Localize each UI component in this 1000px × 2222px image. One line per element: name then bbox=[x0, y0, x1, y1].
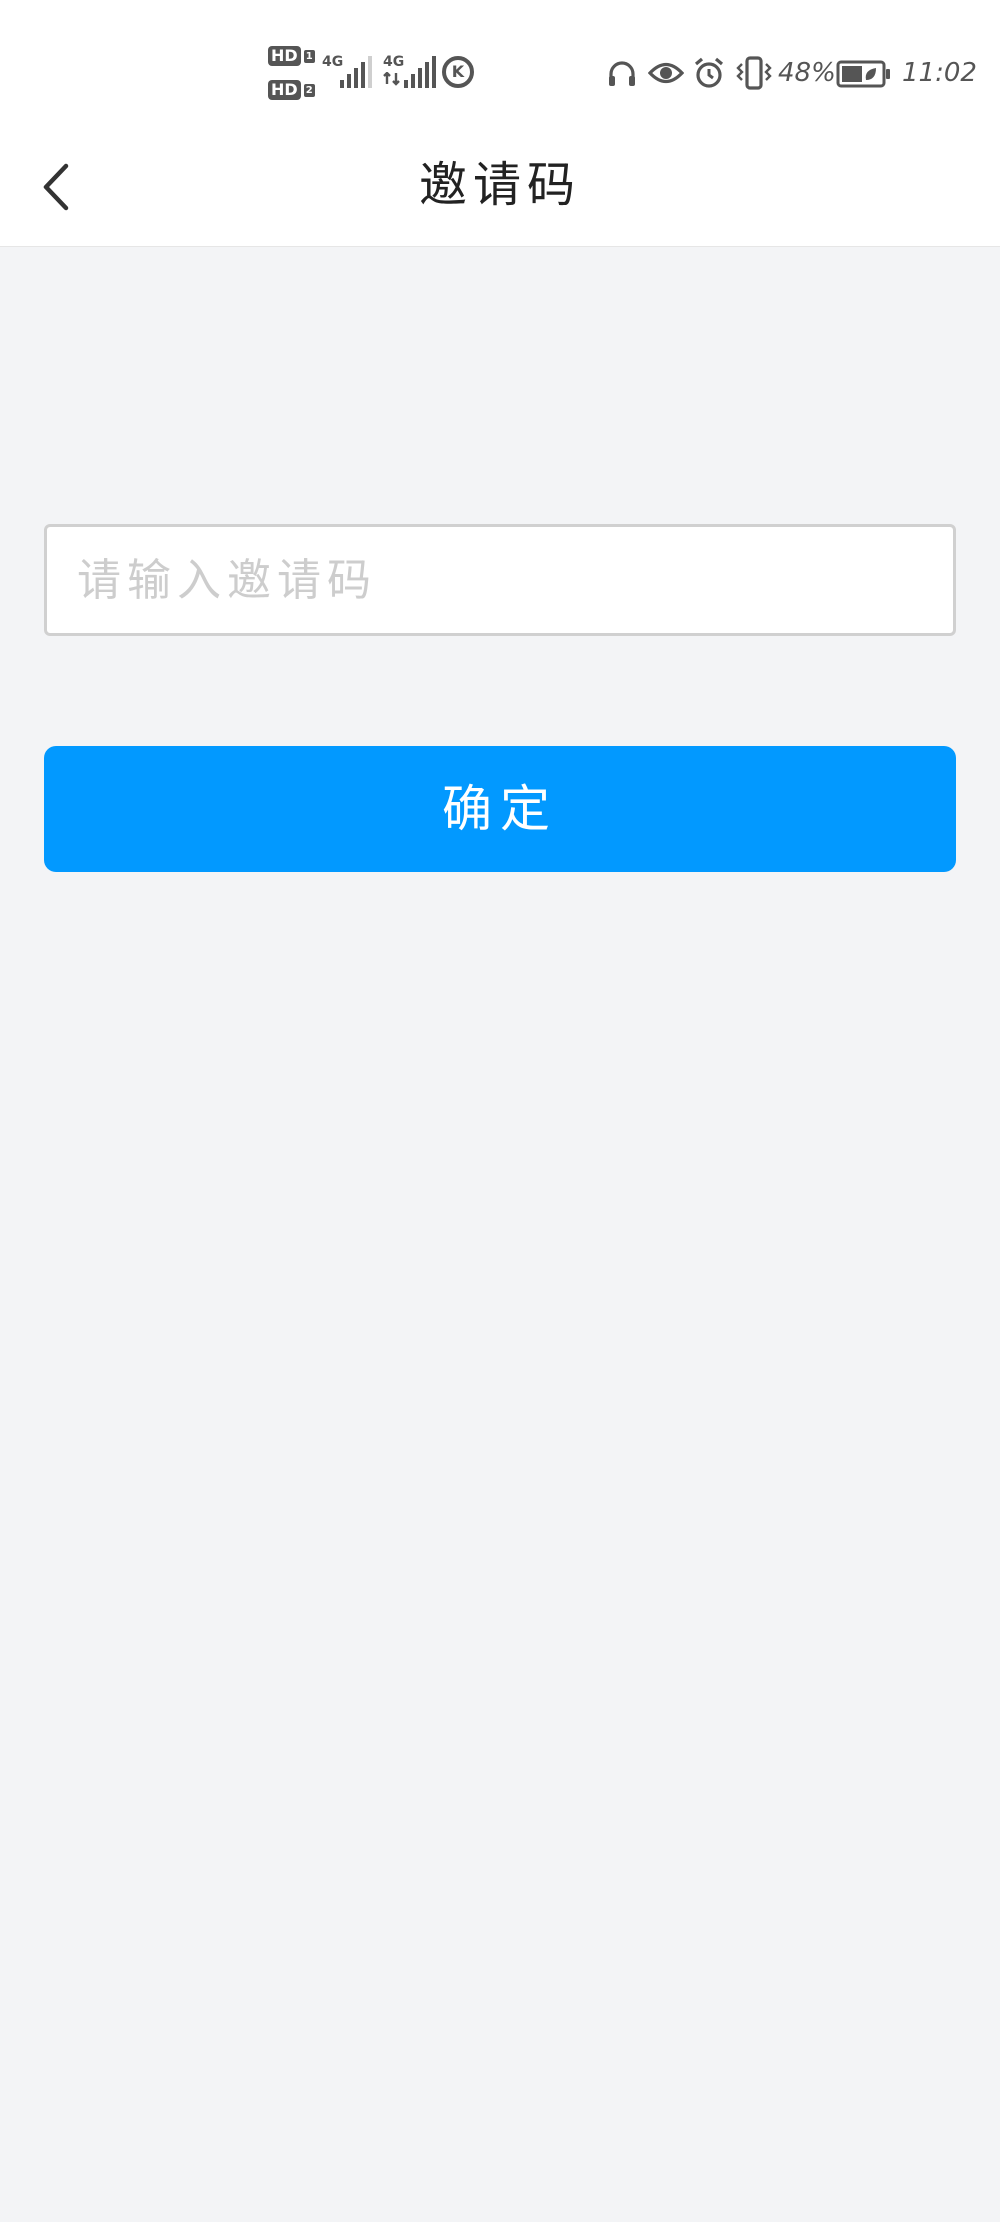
alarm-icon bbox=[694, 57, 724, 88]
battery-icon bbox=[836, 60, 890, 88]
sim1-hd-badge: HD 1 bbox=[268, 46, 315, 66]
sim1-number: 1 bbox=[303, 49, 315, 63]
sim2-signal-icon bbox=[404, 56, 436, 88]
headphones-icon bbox=[609, 61, 635, 86]
sim2-hd-label: HD bbox=[268, 80, 301, 100]
eye-icon bbox=[648, 62, 684, 84]
clock-time: 11:02 bbox=[902, 58, 977, 88]
page-title: 邀请码 bbox=[418, 157, 581, 213]
k-app-icon: K bbox=[442, 56, 474, 88]
sim1-signal-icon bbox=[340, 56, 372, 88]
sim2-number: 2 bbox=[303, 83, 315, 97]
status-bar: HD 1 HD 2 4G 4G K 48% 11:02 bbox=[0, 0, 1000, 128]
invite-code-input[interactable] bbox=[44, 524, 956, 636]
k-app-label: K bbox=[451, 62, 465, 81]
vibrate-icon bbox=[736, 56, 772, 90]
data-activity-icon bbox=[383, 72, 400, 86]
sim1-hd-label: HD bbox=[268, 46, 301, 66]
confirm-button[interactable]: 确定 bbox=[44, 746, 956, 872]
sim2-hd-badge: HD 2 bbox=[268, 80, 315, 100]
navigation-bar: 邀请码 bbox=[0, 128, 1000, 247]
sim2-network-type: 4G bbox=[383, 54, 405, 70]
battery-percentage: 48% bbox=[778, 58, 836, 88]
